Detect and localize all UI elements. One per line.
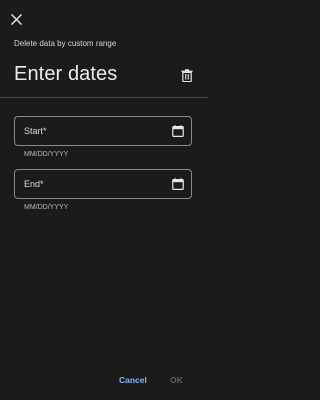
close-icon	[10, 13, 22, 25]
page-title: Enter dates	[14, 63, 118, 85]
calendar-icon	[172, 178, 184, 190]
divider	[0, 97, 208, 98]
start-date-label: Start*	[24, 126, 47, 136]
end-date-label: End*	[24, 179, 44, 189]
ok-button[interactable]: OK	[170, 375, 183, 385]
trash-icon	[181, 68, 193, 82]
end-date-field[interactable]: End*	[14, 169, 192, 199]
delete-button[interactable]	[178, 66, 196, 84]
start-date-field[interactable]: Start*	[14, 116, 192, 146]
end-date-hint: MM/DD/YYYY	[24, 204, 69, 211]
start-date-hint: MM/DD/YYYY	[24, 151, 69, 158]
end-date-calendar-button[interactable]	[170, 176, 186, 192]
start-date-calendar-button[interactable]	[170, 123, 186, 139]
calendar-icon	[172, 125, 184, 137]
dialog-subtitle: Delete data by custom range	[14, 39, 117, 48]
cancel-button[interactable]: Cancel	[119, 375, 147, 385]
close-button[interactable]	[6, 9, 26, 29]
